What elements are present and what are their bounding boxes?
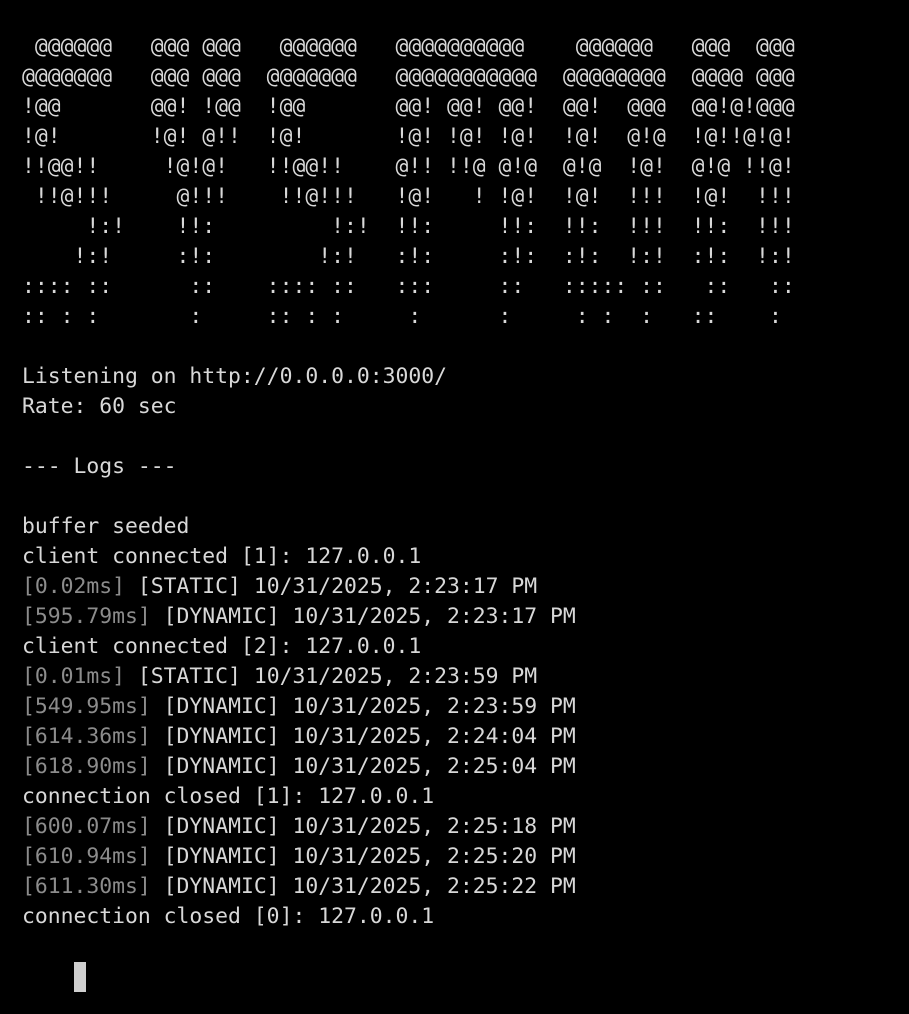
log-line: [0.01ms] [STATIC] 10/31/2025, 2:23:59 PM [22,662,909,692]
log-duration: [549.95ms] [22,694,151,719]
log-duration: [600.07ms] [22,814,151,839]
banner-line: !:! :!: !:! :!: :!: :!: !:! :!: !:! [22,244,795,269]
log-line: [595.79ms] [DYNAMIC] 10/31/2025, 2:23:17… [22,602,909,632]
log-duration: [618.90ms] [22,754,151,779]
log-line: [618.90ms] [DYNAMIC] 10/31/2025, 2:25:04… [22,752,909,782]
banner-line: !!@!!! @!!! !!@!!! !@! ! !@! !@! !!! !@!… [22,184,795,209]
listening-address: Listening on http://0.0.0.0:3000/ [22,364,447,389]
banner-line: :::: :: :: :::: :: ::: :: ::::: :: :: :: [22,274,795,299]
banner-line: @@@@@@@ @@@ @@@ @@@@@@@ @@@@@@@@@@@ @@@@… [22,64,795,89]
log-message: [DYNAMIC] 10/31/2025, 2:25:04 PM [150,754,576,779]
log-message: [DYNAMIC] 10/31/2025, 2:25:18 PM [150,814,576,839]
log-line: connection closed [1]: 127.0.0.1 [22,784,435,809]
log-message: [DYNAMIC] 10/31/2025, 2:25:20 PM [150,844,576,869]
log-line: [614.36ms] [DYNAMIC] 10/31/2025, 2:24:04… [22,722,909,752]
banner-line: !:! !!: !:! !!: !!: !!: !!! !!: !!! [22,214,795,239]
log-duration: [0.02ms] [22,574,126,599]
banner-line: @@@@@@ @@@ @@@ @@@@@@ @@@@@@@@@@ @@@@@@ … [22,34,795,59]
log-line: buffer seeded [22,514,190,539]
log-duration: [611.30ms] [22,874,151,899]
terminal-window[interactable]: @@@@@@ @@@ @@@ @@@@@@ @@@@@@@@@@ @@@@@@ … [0,0,909,1014]
log-message: [DYNAMIC] 10/31/2025, 2:25:22 PM [150,874,576,899]
log-line: [549.95ms] [DYNAMIC] 10/31/2025, 2:23:59… [22,692,909,722]
prompt-line[interactable] [22,932,909,992]
ascii-banner: @@@@@@ @@@ @@@ @@@@@@ @@@@@@@@@@ @@@@@@ … [22,32,909,332]
log-line: [610.94ms] [DYNAMIC] 10/31/2025, 2:25:20… [22,842,909,872]
log-duration: [595.79ms] [22,604,151,629]
banner-line: !@! !@! @!! !@! !@! !@! !@! !@! @!@ !@!!… [22,124,795,149]
log-line: connection closed [0]: 127.0.0.1 [22,904,435,929]
rate-setting: Rate: 60 sec [22,394,177,419]
log-duration: [610.94ms] [22,844,151,869]
log-line: [611.30ms] [DYNAMIC] 10/31/2025, 2:25:22… [22,872,909,902]
log-message: [DYNAMIC] 10/31/2025, 2:23:59 PM [150,694,576,719]
log-message: [STATIC] 10/31/2025, 2:23:59 PM [125,664,538,689]
banner-line: !@@ @@! !@@ !@@ @@! @@! @@! @@! @@@ @@!@… [22,94,795,119]
banner-line: !!@@!! !@!@! !!@@!! @!! !!@ @!@ @!@ !@! … [22,154,795,179]
terminal-cursor [73,962,86,992]
logs-header: --- Logs --- [22,454,177,479]
log-line: client connected [2]: 127.0.0.1 [22,634,422,659]
log-list: buffer seeded client connected [1]: 127.0… [22,512,909,932]
banner-line: :: : : : :: : : : : : : : :: : [22,304,782,329]
log-message: [DYNAMIC] 10/31/2025, 2:23:17 PM [150,604,576,629]
log-duration: [0.01ms] [22,664,126,689]
log-line: client connected [1]: 127.0.0.1 [22,544,422,569]
log-line: [600.07ms] [DYNAMIC] 10/31/2025, 2:25:18… [22,812,909,842]
log-message: [STATIC] 10/31/2025, 2:23:17 PM [125,574,538,599]
log-line: [0.02ms] [STATIC] 10/31/2025, 2:23:17 PM [22,572,909,602]
log-duration: [614.36ms] [22,724,151,749]
log-message: [DYNAMIC] 10/31/2025, 2:24:04 PM [150,724,576,749]
